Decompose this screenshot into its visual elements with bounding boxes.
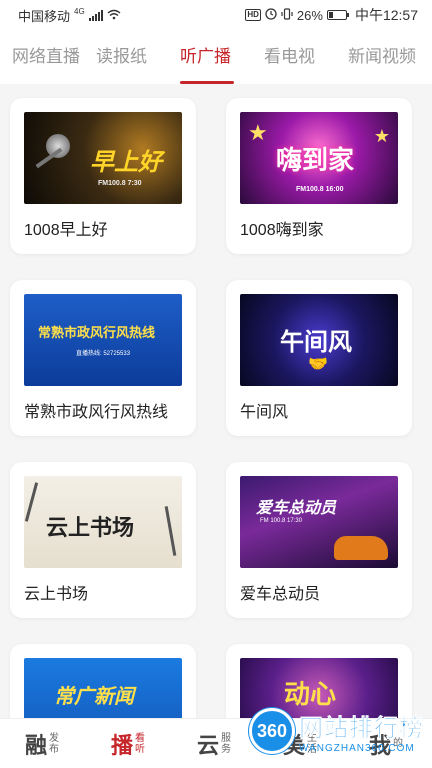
radio-cover-image: 常熟市政风行风热线 直播热线: 52725533: [24, 294, 182, 386]
radio-title: 常熟市政风行风热线: [24, 404, 169, 421]
vibrate-icon: [281, 7, 293, 23]
radio-cover-image: 常广新闻: [24, 658, 182, 724]
status-right: HD 26% 中午12:57: [245, 5, 418, 25]
cover-title: 早上好: [90, 149, 162, 176]
watermark-text: 网站排行榜 WANGZHAN360.COM: [299, 708, 424, 754]
cover-subtitle: FM100.8 16:00: [296, 186, 344, 193]
nav-publish[interactable]: 融 发布: [0, 728, 86, 760]
radio-card[interactable]: 爱车总动员 FM 100.8 17:30 爱车总动员: [226, 462, 412, 618]
category-tabs: 网络直播 读报纸 听广播 看电视 新闻视频: [0, 30, 432, 84]
star-icon: ★: [248, 120, 268, 145]
nav-main-label: 云: [196, 732, 219, 758]
radio-cover-image: 云上书场: [24, 476, 182, 568]
nav-broadcast[interactable]: 播 看听: [86, 728, 172, 760]
nav-main-label: 播: [110, 732, 133, 758]
status-bar: 中国移动 4G HD 26% 中午12:57: [0, 0, 432, 30]
cover-title: 午间风: [280, 329, 352, 356]
radio-card[interactable]: ★ ★ 嗨到家 FM100.8 16:00 1008嗨到家: [226, 98, 412, 254]
cover-title: 动心: [284, 679, 337, 709]
nav-main-label: 融: [24, 732, 47, 758]
radio-cover-image: 午间风 🤝: [240, 294, 398, 386]
watermark: 360 网站排行榜 WANGZHAN360.COM: [249, 708, 424, 754]
wifi-icon: [107, 8, 121, 23]
radio-title: 1008嗨到家: [240, 222, 324, 239]
tab-radio[interactable]: 听广播: [180, 30, 264, 84]
tab-tv[interactable]: 看电视: [264, 30, 348, 84]
radio-card[interactable]: 午间风 🤝 午间风: [226, 280, 412, 436]
handshake-icon: 🤝: [308, 356, 328, 373]
tab-newspaper[interactable]: 读报纸: [96, 30, 180, 84]
radio-card[interactable]: 常熟市政风行风热线 直播热线: 52725533 常熟市政风行风热线: [10, 280, 196, 436]
nav-cloud-service[interactable]: 云 服务: [172, 728, 258, 760]
cover-subtitle: 直播热线: 52725533: [76, 351, 131, 357]
alarm-icon: [265, 7, 277, 23]
radio-card[interactable]: 云上书场 云上书场: [10, 462, 196, 618]
radio-title: 1008早上好: [24, 222, 108, 239]
watermark-title: 网站排行榜: [299, 715, 424, 743]
signal-icon: [88, 9, 103, 21]
cover-subtitle: FM 100.8 17:30: [260, 518, 303, 524]
cover-title: 常广新闻: [54, 686, 134, 708]
cover-title: 嗨到家: [276, 145, 355, 175]
nav-sub-label: 发布: [49, 732, 59, 755]
clock: 中午12:57: [354, 7, 418, 23]
nav-sub-label: 看听: [135, 732, 145, 755]
radio-cover-image: ★ ★ 嗨到家 FM100.8 16:00: [240, 112, 398, 204]
hd-icon: HD: [245, 9, 261, 21]
cover-title: 爱车总动员: [256, 500, 337, 517]
cover-title: 常熟市政风行风热线: [38, 325, 156, 340]
cover-subtitle: FM100.8 7:30: [98, 180, 142, 187]
radio-title: 云上书场: [24, 586, 89, 603]
radio-title: 爱车总动员: [240, 586, 321, 603]
watermark-logo: 360: [249, 708, 295, 754]
cover-title: 云上书场: [46, 515, 135, 541]
radio-cover-image: 早上好 FM100.8 7:30: [24, 112, 182, 204]
star-icon: ★: [373, 126, 390, 146]
car-image: [334, 536, 388, 560]
radio-title: 午间风: [240, 404, 289, 421]
bamboo-decoration: [24, 482, 39, 522]
nav-sub-label: 服务: [221, 732, 231, 755]
bamboo-decoration: [164, 506, 177, 556]
radio-card[interactable]: 早上好 FM100.8 7:30 1008早上好: [10, 98, 196, 254]
radio-card[interactable]: 常广新闻: [10, 644, 196, 724]
carrier-label: 中国移动: [18, 8, 71, 24]
status-left: 中国移动 4G: [18, 6, 121, 25]
tab-news-video[interactable]: 新闻视频: [348, 30, 432, 84]
radio-list: 早上好 FM100.8 7:30 1008早上好 ★ ★ 嗨到家 FM100.8…: [0, 84, 432, 724]
battery-percent: 26%: [296, 7, 323, 23]
watermark-url: WANGZHAN360.COM: [299, 743, 415, 754]
network-type: 4G: [74, 6, 85, 16]
battery-icon: [326, 10, 349, 20]
tab-live-stream[interactable]: 网络直播: [12, 30, 96, 84]
radio-cover-image: 爱车总动员 FM 100.8 17:30: [240, 476, 398, 568]
